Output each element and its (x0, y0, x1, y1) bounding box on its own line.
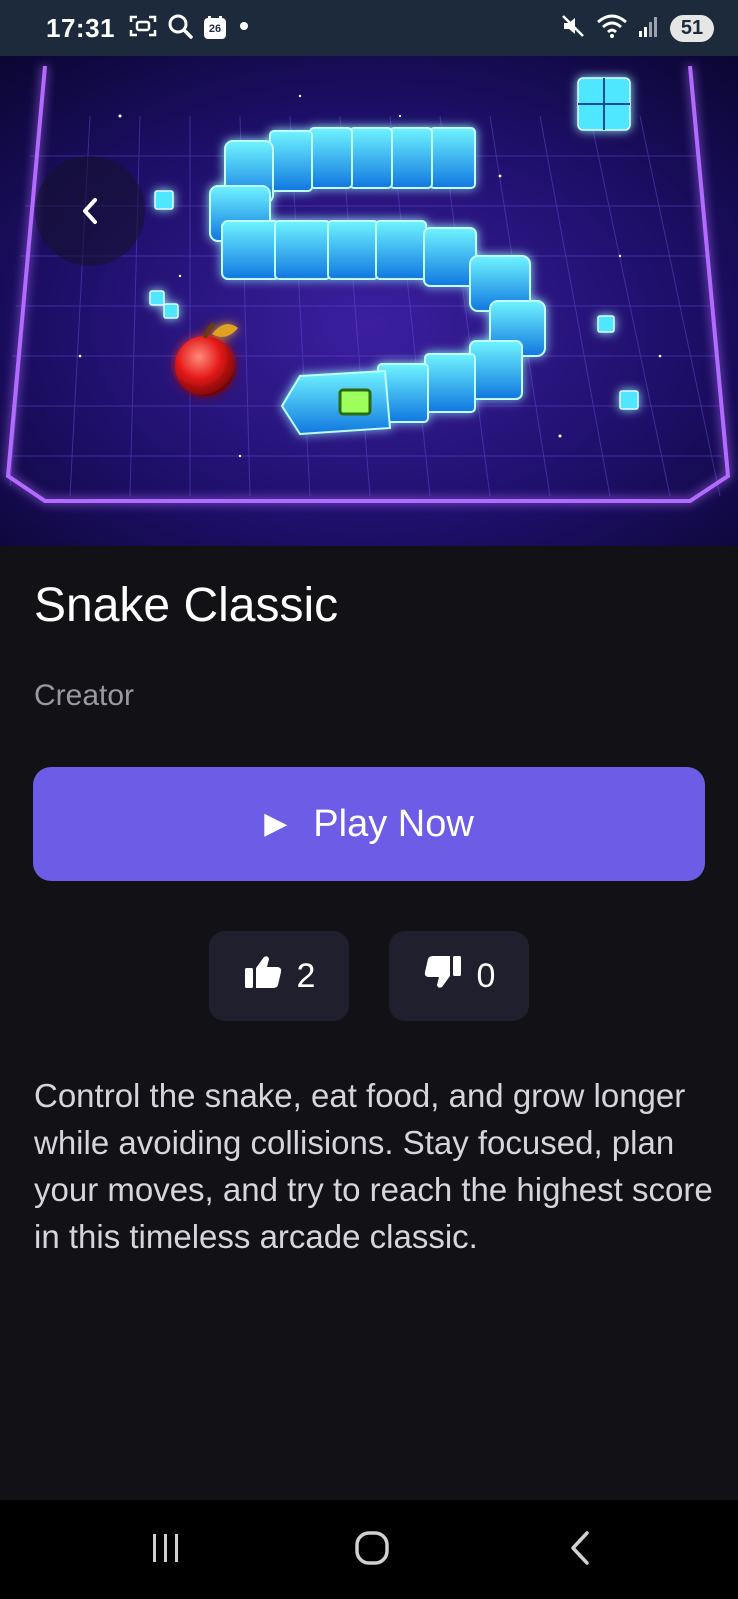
calendar-icon: 26 (203, 16, 227, 40)
play-now-button[interactable]: ▶ Play Now (33, 767, 705, 881)
like-count: 2 (296, 956, 316, 995)
game-title: Snake Classic (34, 579, 339, 632)
dislike-button[interactable]: 0 (389, 931, 529, 1021)
dislike-count: 0 (476, 956, 496, 995)
signal-icon (638, 14, 660, 43)
like-button[interactable]: 2 (209, 931, 349, 1021)
thumbs-up-icon (243, 954, 283, 999)
back-icon (567, 1530, 593, 1571)
snake-artwork (0, 56, 738, 546)
game-creator[interactable]: Creator (34, 679, 134, 713)
thumbs-down-icon (423, 954, 463, 999)
home-button[interactable] (332, 1520, 412, 1580)
status-right-icons: 51 (560, 13, 714, 44)
status-left-icons: 26 (129, 13, 251, 44)
search-icon (167, 13, 193, 44)
wifi-icon (596, 13, 628, 44)
screenshot-icon (129, 14, 157, 43)
battery-indicator: 51 (670, 14, 714, 42)
status-bar: 17:31 26 51 (0, 0, 738, 56)
play-icon: ▶ (264, 807, 288, 840)
home-icon (354, 1530, 390, 1571)
chevron-left-icon (78, 195, 102, 227)
calendar-day: 26 (208, 23, 222, 35)
game-description: Control the snake, eat food, and grow lo… (34, 1077, 713, 1255)
system-back-button[interactable] (540, 1520, 620, 1580)
play-now-label: Play Now (313, 802, 474, 845)
mute-icon (560, 13, 586, 44)
recents-icon (149, 1532, 183, 1569)
back-button[interactable] (35, 156, 145, 266)
dot-icon (237, 19, 251, 38)
hero-image (0, 56, 738, 546)
status-time: 17:31 (46, 12, 115, 43)
recents-button[interactable] (126, 1520, 206, 1580)
navigation-bar (0, 1500, 738, 1599)
